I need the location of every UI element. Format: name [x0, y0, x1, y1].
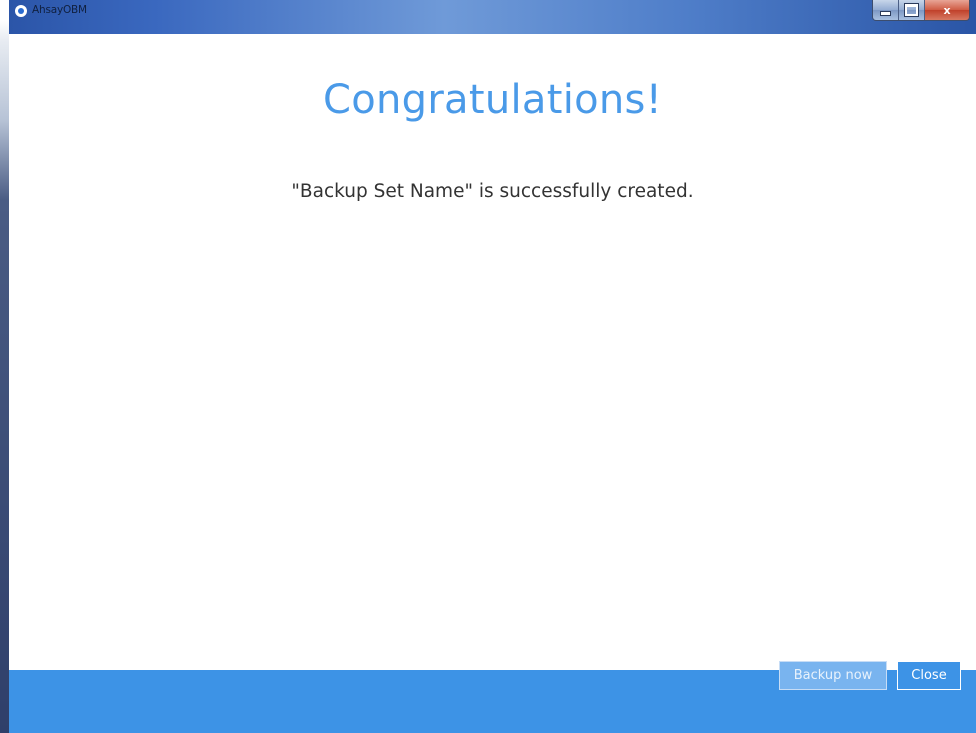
app-logo-icon: [15, 5, 27, 17]
minimize-button[interactable]: [873, 0, 899, 20]
minimize-icon: [880, 10, 891, 16]
background-edge: [0, 0, 9, 733]
success-message: "Backup Set Name" is successfully create…: [291, 181, 694, 202]
close-window-button[interactable]: x: [925, 0, 969, 20]
window-title: AhsayOBM: [32, 4, 87, 16]
backup-now-button[interactable]: Backup now: [779, 661, 887, 690]
window-controls: x: [872, 0, 970, 21]
app-window: AhsayOBM x Congratulations! "Backup Set …: [0, 0, 976, 733]
close-button[interactable]: Close: [897, 661, 961, 690]
maximize-button[interactable]: [899, 0, 925, 20]
title-bar[interactable]: AhsayOBM x: [9, 0, 976, 34]
close-icon: x: [943, 3, 951, 17]
main-content: Congratulations! "Backup Set Name" is su…: [9, 34, 976, 670]
page-title: Congratulations!: [322, 77, 663, 123]
maximize-icon: [904, 3, 919, 17]
